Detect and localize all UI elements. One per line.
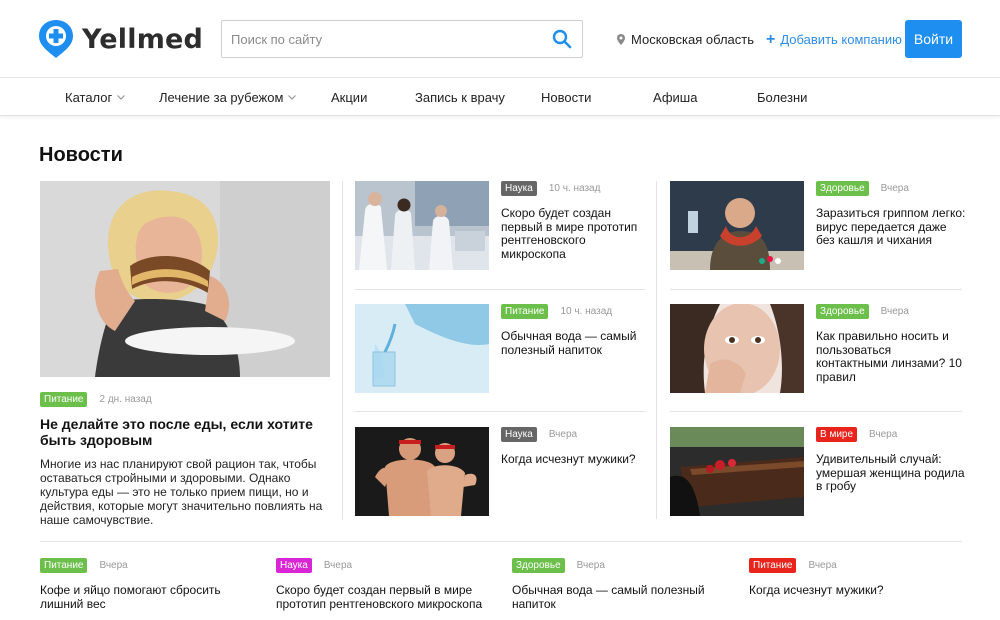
nav-item-events[interactable]: Афиша bbox=[653, 90, 697, 105]
featured-excerpt: Многие из нас планируют свой рацион так,… bbox=[40, 457, 323, 527]
news-card-title-link[interactable]: Когда исчезнут мужики? bbox=[501, 452, 651, 467]
timestamp: Вчера bbox=[869, 429, 898, 440]
timestamp: 10 ч. назад bbox=[548, 183, 601, 194]
category-badge[interactable]: Здоровье bbox=[816, 304, 869, 319]
news-card-title-link[interactable]: Скоро будет создан первый в мире прототи… bbox=[501, 206, 651, 261]
nav-item-label: Запись к врачу bbox=[415, 90, 505, 105]
chevron-down-icon bbox=[117, 95, 126, 100]
timestamp: Вчера bbox=[576, 560, 605, 571]
logo-pin-icon bbox=[39, 20, 73, 58]
header: Yellmed Московская область + Добавить ко… bbox=[0, 0, 1000, 78]
featured-image[interactable] bbox=[40, 181, 330, 377]
water-pitcher-glass-image bbox=[355, 304, 489, 393]
nav-item-label: Каталог bbox=[65, 90, 113, 105]
category-badge[interactable]: Питание bbox=[40, 558, 88, 573]
category-badge[interactable]: Здоровье bbox=[512, 558, 565, 573]
nav-item-label: Новости bbox=[541, 90, 592, 105]
nav-item-label: Афиша bbox=[653, 90, 698, 105]
news-card-image[interactable] bbox=[670, 427, 804, 516]
location-pin-icon bbox=[617, 34, 625, 45]
search-icon[interactable] bbox=[552, 29, 572, 49]
logo[interactable]: Yellmed bbox=[38, 19, 203, 59]
news-card-meta: Наука Вчера bbox=[501, 427, 577, 442]
timestamp: Вчера bbox=[548, 429, 578, 440]
woman-eating-cake-image bbox=[40, 181, 330, 377]
row-divider bbox=[670, 411, 962, 412]
news-card-image[interactable] bbox=[670, 181, 804, 270]
news-card-image[interactable] bbox=[670, 304, 804, 393]
news-card-meta: В мире Вчера bbox=[816, 427, 897, 442]
sick-man-with-pills-image bbox=[670, 181, 804, 270]
news-card-meta: Здоровье Вчера bbox=[816, 181, 909, 196]
bottom-news-title-link[interactable]: Обычная вода — самый полезный напиток bbox=[512, 583, 722, 611]
news-card-image[interactable] bbox=[355, 304, 489, 393]
region-label: Московская область bbox=[631, 32, 755, 47]
category-badge[interactable]: Наука bbox=[276, 558, 312, 573]
woman-contact-lens-image bbox=[670, 304, 804, 393]
search-input[interactable] bbox=[222, 21, 532, 57]
bottom-news-meta: Здоровье Вчера bbox=[512, 558, 605, 573]
coffin-roses-image bbox=[670, 427, 804, 516]
row-divider bbox=[355, 411, 645, 412]
page-title: Новости bbox=[39, 144, 123, 166]
row-divider bbox=[670, 289, 962, 290]
category-badge[interactable]: Здоровье bbox=[816, 181, 869, 196]
news-card-meta: Наука 10 ч. назад bbox=[501, 181, 600, 196]
nav-item-label: Болезни bbox=[757, 90, 808, 105]
bottom-news-meta: Питание Вчера bbox=[749, 558, 837, 573]
featured-title-link[interactable]: Не делайте это после еды, если хотите бы… bbox=[40, 416, 332, 448]
login-button[interactable]: Войти bbox=[905, 20, 962, 58]
timestamp: Вчера bbox=[323, 560, 353, 571]
bottom-news-title-link[interactable]: Скоро будет создан первый в мире прототи… bbox=[276, 583, 491, 611]
add-company-link[interactable]: + Добавить компанию bbox=[766, 31, 902, 48]
row-divider bbox=[355, 289, 645, 290]
timestamp: 2 дн. назад bbox=[99, 394, 152, 405]
nav-item-label: Акции bbox=[331, 90, 368, 105]
logo-text: Yellmed bbox=[82, 23, 204, 55]
chevron-down-icon bbox=[288, 95, 297, 100]
nav-item-promotions[interactable]: Акции bbox=[331, 90, 367, 105]
nav-item-doctor-appointment[interactable]: Запись к врачу bbox=[415, 90, 505, 105]
nav-item-catalog[interactable]: Каталог bbox=[65, 90, 126, 105]
plus-icon: + bbox=[766, 31, 776, 48]
bottom-news-title-link[interactable]: Кофе и яйцо помогают сбросить лишний вес bbox=[40, 583, 240, 611]
category-badge[interactable]: В мире bbox=[816, 427, 858, 442]
category-badge[interactable]: Питание bbox=[40, 392, 88, 407]
news-card-title-link[interactable]: Обычная вода — самый полезный напиток bbox=[501, 329, 651, 357]
column-divider bbox=[342, 181, 343, 519]
news-card-image[interactable] bbox=[355, 181, 489, 270]
column-divider bbox=[656, 181, 657, 519]
section-divider bbox=[40, 541, 962, 542]
category-badge[interactable]: Питание bbox=[749, 558, 797, 573]
bottom-news-title-link[interactable]: Когда исчезнут мужики? bbox=[749, 583, 959, 597]
news-card-title-link[interactable]: Как правильно носить и пользоваться конт… bbox=[816, 329, 966, 384]
timestamp: 10 ч. назад bbox=[560, 306, 613, 317]
bottom-news-meta: Питание Вчера bbox=[40, 558, 128, 573]
timestamp: Вчера bbox=[880, 306, 909, 317]
featured-meta: Питание 2 дн. назад bbox=[40, 392, 152, 407]
nav-item-news[interactable]: Новости bbox=[541, 90, 591, 105]
add-company-label: Добавить компанию bbox=[780, 32, 902, 47]
bottom-news-meta: Наука Вчера bbox=[276, 558, 352, 573]
nav-item-label: Лечение за рубежом bbox=[159, 90, 284, 105]
news-card-image[interactable] bbox=[355, 427, 489, 516]
category-badge[interactable]: Наука bbox=[501, 427, 537, 442]
region-selector[interactable]: Московская область bbox=[617, 32, 754, 47]
search-box bbox=[221, 20, 583, 58]
two-men-posing-image bbox=[355, 427, 489, 516]
timestamp: Вчера bbox=[880, 183, 909, 194]
news-card-title-link[interactable]: Удивительный случай: умершая женщина род… bbox=[816, 452, 966, 494]
timestamp: Вчера bbox=[99, 560, 128, 571]
nav-item-treatment-abroad[interactable]: Лечение за рубежом bbox=[159, 90, 297, 105]
laboratory-scientists-image bbox=[355, 181, 489, 270]
timestamp: Вчера bbox=[808, 560, 837, 571]
main-nav: Каталог Лечение за рубежом Акции Запись … bbox=[0, 78, 1000, 116]
category-badge[interactable]: Наука bbox=[501, 181, 537, 196]
nav-item-diseases[interactable]: Болезни bbox=[757, 90, 807, 105]
category-badge[interactable]: Питание bbox=[501, 304, 549, 319]
news-card-meta: Здоровье Вчера bbox=[816, 304, 909, 319]
news-card-title-link[interactable]: Заразиться гриппом легко: вирус передает… bbox=[816, 206, 966, 248]
news-card-meta: Питание 10 ч. назад bbox=[501, 304, 612, 319]
